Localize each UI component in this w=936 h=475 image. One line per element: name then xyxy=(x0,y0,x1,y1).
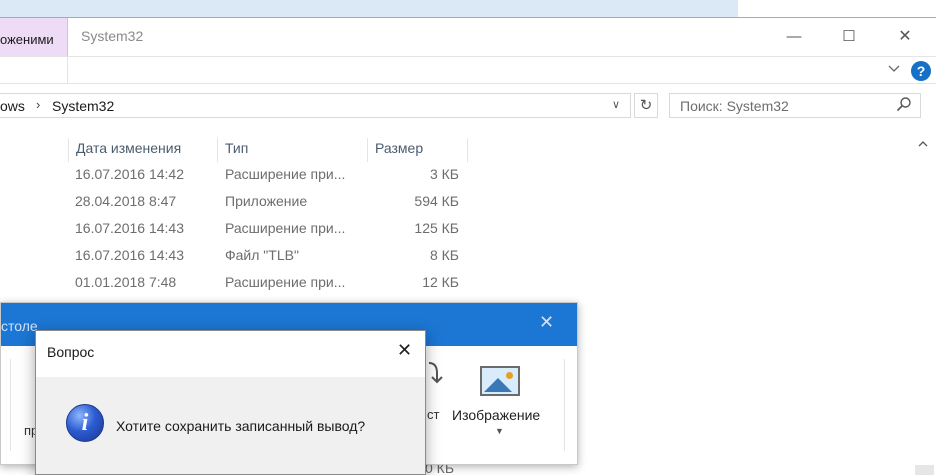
cell-date: 16.07.2016 14:42 xyxy=(75,166,184,182)
maximize-button[interactable]: ☐ xyxy=(826,22,872,52)
image-icon-mountain xyxy=(484,378,512,392)
refresh-button[interactable]: ↻ xyxy=(634,93,658,118)
close-icon[interactable]: ✕ xyxy=(397,340,412,361)
table-row[interactable]: 16.07.2016 14:42 Расширение при... 3 КБ xyxy=(68,160,468,187)
divider xyxy=(10,359,11,451)
minimize-button[interactable]: — xyxy=(771,22,817,52)
close-window-button[interactable]: ✕ xyxy=(882,22,928,52)
cell-type: Расширение при... xyxy=(225,220,346,236)
scroll-up-icon[interactable] xyxy=(917,138,929,150)
cell-type: Приложение xyxy=(225,193,308,209)
close-icon[interactable]: ✕ xyxy=(539,312,554,333)
cell-date: 28.04.2018 8:47 xyxy=(75,193,177,209)
dialog-body: i Хотите сохранить записанный вывод? xyxy=(36,377,425,474)
window-title: System32 xyxy=(81,28,144,44)
cell-type: Расширение при... xyxy=(225,274,346,290)
ribbon-left-cell xyxy=(0,57,68,84)
column-header-size[interactable]: Размер xyxy=(368,138,468,162)
question-dialog: Вопрос ✕ i Хотите сохранить записанный в… xyxy=(35,330,426,475)
search-icon[interactable] xyxy=(896,96,912,112)
arrow-down-icon[interactable] xyxy=(425,361,443,387)
address-bar[interactable]: ows › System32 ∨ xyxy=(0,93,631,118)
cell-type: Расширение при... xyxy=(225,166,346,182)
table-row[interactable]: 16.07.2016 14:43 Расширение при... 125 К… xyxy=(68,214,468,241)
image-icon[interactable] xyxy=(480,366,520,396)
cell-date: 16.07.2016 14:43 xyxy=(75,247,184,263)
dialog-title: Вопрос xyxy=(47,344,95,360)
search-box[interactable] xyxy=(669,93,921,118)
cell-size: 12 КБ xyxy=(422,274,459,290)
breadcrumb-separator-icon[interactable]: › xyxy=(36,97,40,112)
column-header-date[interactable]: Дата изменения xyxy=(68,138,218,162)
dialog-message: Хотите сохранить записанный вывод? xyxy=(116,418,366,434)
ribbon-tab-manage[interactable]: оженими xyxy=(0,18,68,57)
image-icon-sun xyxy=(506,372,513,379)
cell-date: 16.07.2016 14:43 xyxy=(75,220,184,236)
ribbon-bar: ? xyxy=(0,56,936,84)
chevron-down-icon[interactable] xyxy=(887,62,901,76)
scrollbar-corner xyxy=(915,465,934,475)
cell-date: 01.01.2018 7:48 xyxy=(75,274,177,290)
table-row[interactable]: 16.07.2016 14:43 Файл "TLB" 8 КБ xyxy=(68,241,468,268)
image-button-label[interactable]: Изображение xyxy=(452,407,540,423)
info-icon: i xyxy=(66,404,104,442)
search-input[interactable] xyxy=(680,98,890,114)
cell-size: 8 КБ xyxy=(429,247,459,263)
cell-size: 125 КБ xyxy=(414,220,459,236)
cell-size: 594 КБ xyxy=(414,193,459,209)
cell-size: 3 КБ xyxy=(429,166,459,182)
background-dialog-title: столе xyxy=(1,318,38,334)
desktop-background xyxy=(0,0,738,17)
help-icon[interactable]: ? xyxy=(911,61,931,81)
table-row[interactable]: 28.04.2018 8:47 Приложение 594 КБ xyxy=(68,187,468,214)
vertical-scrollbar[interactable] xyxy=(913,138,936,475)
table-row[interactable]: 01.01.2018 7:48 Расширение при... 12 КБ xyxy=(68,268,468,295)
background-dialog-mid-label[interactable]: ст xyxy=(427,407,439,422)
breadcrumb-current[interactable]: System32 xyxy=(52,98,114,114)
caret-down-icon[interactable]: ▼ xyxy=(495,426,504,436)
address-dropdown-icon[interactable]: ∨ xyxy=(612,98,620,111)
cell-type: Файл "TLB" xyxy=(225,247,299,263)
column-header-type[interactable]: Тип xyxy=(218,138,368,162)
divider xyxy=(564,359,565,451)
breadcrumb-parent[interactable]: ows xyxy=(0,98,25,114)
